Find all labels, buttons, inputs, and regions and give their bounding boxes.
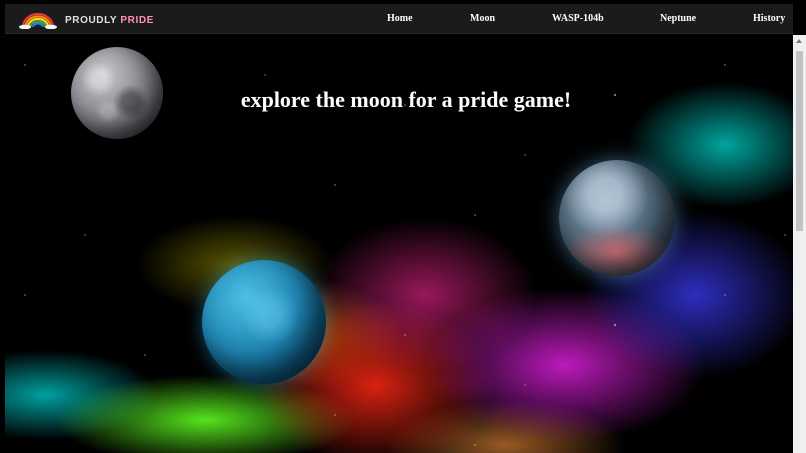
nav-link-moon[interactable]: Moon (470, 13, 495, 24)
page-headline: explore the moon for a pride game! (240, 87, 572, 112)
wasp-104b-planet[interactable] (559, 160, 675, 276)
nav-link-home[interactable]: Home (387, 13, 413, 24)
nav-link-history[interactable]: History (753, 13, 785, 24)
scrollbar-thumb[interactable] (796, 51, 803, 231)
nav-link-neptune[interactable]: Neptune (660, 13, 696, 24)
brand-name-accent: PRIDE (120, 14, 154, 26)
site-logo[interactable]: PROUDLY PRIDE (19, 10, 154, 30)
top-navbar: PROUDLY PRIDE Home Moon WASP-104b Neptun… (5, 4, 793, 34)
space-hero: explore the moon for a pride game! (5, 35, 793, 453)
vertical-scrollbar[interactable] (793, 35, 806, 453)
brand-name: PROUDLY PRIDE (65, 15, 154, 26)
rainbow-icon (19, 11, 57, 30)
nav-link-wasp-104b[interactable]: WASP-104b (552, 13, 604, 24)
brand-name-main: PROUDLY (65, 14, 117, 26)
neptune-planet[interactable] (202, 260, 326, 384)
scroll-up-icon[interactable] (796, 39, 802, 43)
